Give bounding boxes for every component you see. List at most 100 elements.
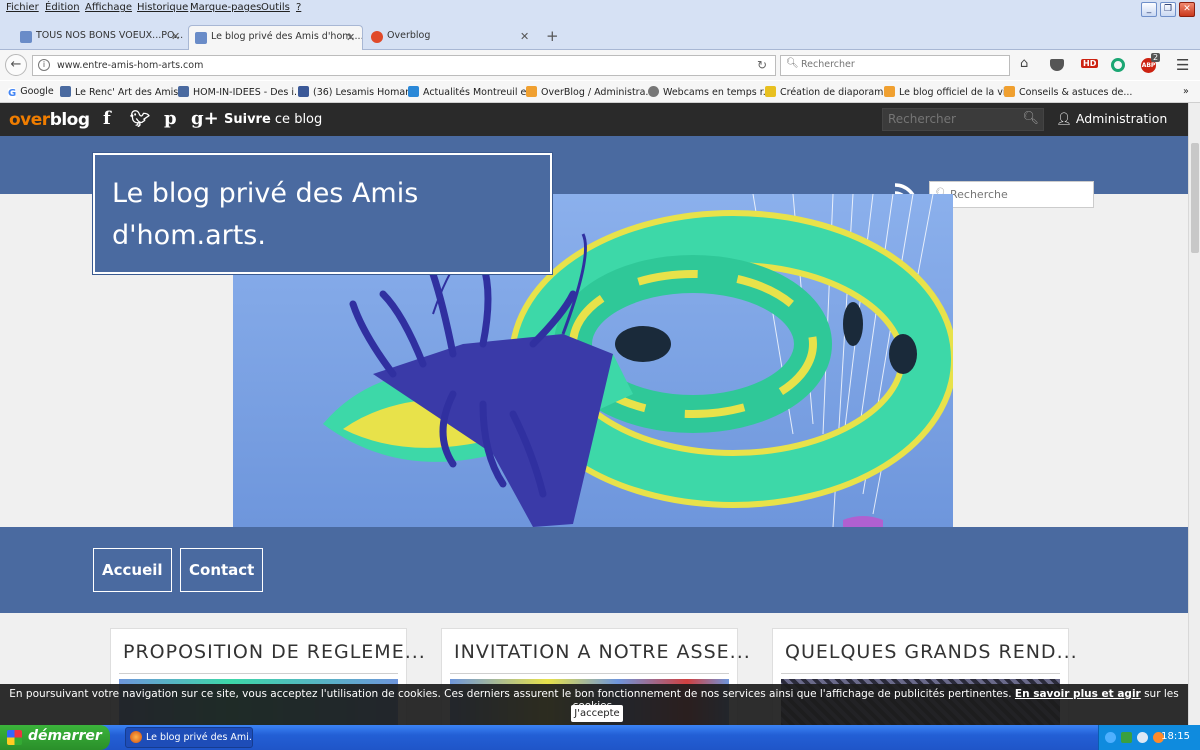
bookmarks-bar: G Google Le Renc' Art des Amis... HOM-IN-… bbox=[0, 81, 1200, 103]
overblog-icon bbox=[1004, 86, 1015, 97]
google-plus-icon[interactable]: g+ bbox=[191, 108, 219, 129]
extension-eye-icon[interactable] bbox=[1111, 58, 1125, 72]
hamburger-menu-icon[interactable]: ☰ bbox=[1176, 56, 1189, 74]
bookmark-google[interactable]: G Google bbox=[8, 86, 54, 99]
taskbar-firefox-item[interactable]: Le blog privé des Ami... bbox=[125, 727, 253, 748]
tab-close-icon[interactable]: ✕ bbox=[171, 30, 180, 43]
address-bar[interactable]: i www.entre-amis-hom-arts.com ↻ bbox=[32, 55, 776, 76]
overblog-search-input[interactable] bbox=[888, 112, 1018, 126]
tab-overblog[interactable]: Overblog ✕ bbox=[365, 25, 537, 50]
bookmark-diaporama[interactable]: Création de diaporam... bbox=[765, 86, 892, 98]
overblog-bar: overblog f 🐦︎ p g+ Suivre ce blog 🔍︎ 👤︎ … bbox=[0, 103, 1188, 145]
tab-title: Overblog bbox=[387, 30, 431, 41]
new-tab-icon[interactable]: + bbox=[546, 27, 559, 45]
user-icon: 👤︎ bbox=[1056, 111, 1072, 126]
tab-voeux[interactable]: TOUS NOS BONS VOEUX...PO... ✕ bbox=[14, 25, 186, 50]
follow-blog-link[interactable]: Suivre ce blog bbox=[224, 112, 322, 127]
overblog-icon bbox=[884, 86, 895, 97]
windows-flag-icon bbox=[7, 730, 22, 745]
menu-marque-pages[interactable]: Marque-pages bbox=[190, 2, 261, 13]
firefox-icon bbox=[130, 731, 142, 743]
clock[interactable]: 18:15 bbox=[1161, 731, 1190, 742]
menu-edition[interactable]: Édition bbox=[45, 2, 80, 13]
network-icon[interactable] bbox=[1105, 732, 1116, 743]
page-scrollbar[interactable] bbox=[1188, 103, 1200, 725]
divider bbox=[781, 673, 1060, 674]
bookmark-conseils[interactable]: Conseils & astuces de... bbox=[1004, 86, 1132, 98]
facebook-icon[interactable]: f bbox=[103, 108, 111, 129]
reload-icon[interactable]: ↻ bbox=[757, 58, 767, 72]
menu-help[interactable]: ? bbox=[296, 2, 301, 13]
tab-close-icon[interactable]: ✕ bbox=[520, 30, 529, 43]
info-icon[interactable]: i bbox=[38, 59, 50, 71]
bookmark-blog-officiel[interactable]: Le blog officiel de la vi... bbox=[884, 86, 1015, 98]
tab-bar: TOUS NOS BONS VOEUX...PO... ✕ Le blog pr… bbox=[0, 18, 1200, 50]
post-title[interactable]: INVITATION A NOTRE ASSE... bbox=[454, 641, 751, 663]
facebook-icon bbox=[298, 86, 309, 97]
overblog-logo[interactable]: overblog bbox=[9, 110, 90, 130]
bookmark-overblog-admin[interactable]: OverBlog / Administra... bbox=[526, 86, 654, 98]
favicon-icon bbox=[765, 86, 776, 97]
overblog-icon bbox=[526, 86, 537, 97]
hd-icon[interactable]: HD bbox=[1081, 59, 1099, 68]
globe-icon bbox=[648, 86, 659, 97]
favicon-icon bbox=[60, 86, 71, 97]
tray-app-icon[interactable] bbox=[1121, 732, 1132, 743]
blog-search[interactable]: 🔍︎ bbox=[929, 181, 1094, 208]
browser-search-input[interactable] bbox=[801, 59, 1001, 70]
blog-search-input[interactable] bbox=[950, 188, 1090, 201]
adblock-count-badge: 2 bbox=[1151, 53, 1161, 62]
divider bbox=[450, 673, 729, 674]
browser-search-bar[interactable]: 🔍︎ bbox=[780, 55, 1010, 76]
blog-navigation: Accueil Contact bbox=[0, 527, 1188, 613]
menu-fichier[interactable]: Fichier bbox=[6, 2, 39, 13]
start-button[interactable]: démarrer bbox=[0, 725, 110, 750]
url-text[interactable]: www.entre-amis-hom-arts.com bbox=[57, 60, 203, 71]
post-title[interactable]: PROPOSITION DE REGLEME... bbox=[123, 641, 426, 663]
window-close-button[interactable]: ✕ bbox=[1179, 2, 1195, 17]
nav-contact-button[interactable]: Contact bbox=[180, 548, 264, 592]
cookie-banner: En poursuivant votre navigation sur ce s… bbox=[0, 684, 1188, 725]
bookmarks-overflow-icon[interactable]: » bbox=[1183, 86, 1189, 97]
overblog-favicon-icon bbox=[371, 31, 383, 43]
nav-accueil-button[interactable]: Accueil bbox=[93, 548, 172, 592]
tab-blog-active[interactable]: Le blog privé des Amis d'hom.... ✕ bbox=[188, 25, 363, 50]
tab-favicon-icon bbox=[195, 32, 207, 44]
menu-affichage[interactable]: Affichage bbox=[85, 2, 132, 13]
search-icon[interactable]: 🔍︎ bbox=[1022, 111, 1039, 126]
blog-title-box: Le blog privé des Amis d'hom.arts. bbox=[93, 153, 552, 274]
menu-bar: Fichier Édition Affichage Historique Mar… bbox=[0, 0, 1200, 18]
blog-title[interactable]: Le blog privé des Amis d'hom.arts. bbox=[112, 173, 532, 257]
tab-close-icon[interactable]: ✕ bbox=[346, 31, 355, 44]
bookmark-montreuil[interactable]: Actualités Montreuil e... bbox=[408, 86, 535, 98]
back-arrow-icon[interactable]: ← bbox=[5, 54, 27, 76]
menu-historique[interactable]: Historique bbox=[137, 2, 188, 13]
pinterest-icon[interactable]: p bbox=[164, 108, 177, 129]
bookmark-renc-art[interactable]: Le Renc' Art des Amis... bbox=[60, 86, 187, 98]
favicon-icon bbox=[178, 86, 189, 97]
overblog-search[interactable]: 🔍︎ bbox=[882, 108, 1044, 131]
google-icon: G bbox=[8, 88, 17, 99]
page-viewport: overblog f 🐦︎ p g+ Suivre ce blog 🔍︎ 👤︎ … bbox=[0, 103, 1188, 725]
volume-icon[interactable] bbox=[1137, 732, 1148, 743]
menu-outils[interactable]: Outils bbox=[261, 2, 290, 13]
bookmark-facebook[interactable]: (36) Lesamis Homarts bbox=[298, 86, 418, 98]
tab-title: Le blog privé des Amis d'hom.... bbox=[211, 31, 363, 42]
bookmark-hom-in-idees[interactable]: HOM-IN-IDEES - Des i... bbox=[178, 86, 303, 98]
system-tray: 18:15 bbox=[1098, 725, 1200, 750]
bookmark-webcams[interactable]: Webcams en temps r... bbox=[648, 86, 772, 98]
restore-button[interactable]: ❐ bbox=[1160, 2, 1176, 17]
tab-favicon-icon bbox=[20, 31, 32, 43]
cookie-info-link[interactable]: En savoir plus et agir bbox=[1015, 688, 1141, 700]
twitter-icon[interactable]: 🐦︎ bbox=[130, 109, 150, 128]
taskbar: démarrer Le blog privé des Ami... 18:15 bbox=[0, 725, 1200, 750]
search-icon: 🔍︎ bbox=[786, 58, 799, 69]
scrollbar-thumb[interactable] bbox=[1191, 143, 1199, 253]
post-title[interactable]: QUELQUES GRANDS REND... bbox=[785, 641, 1078, 663]
minimize-button[interactable]: _ bbox=[1141, 2, 1157, 17]
home-icon[interactable]: ⌂ bbox=[1020, 56, 1028, 71]
divider bbox=[119, 673, 398, 674]
favicon-icon bbox=[408, 86, 419, 97]
accept-cookies-button[interactable]: J'accepte bbox=[571, 705, 623, 722]
tab-title: TOUS NOS BONS VOEUX...PO... bbox=[36, 30, 184, 41]
